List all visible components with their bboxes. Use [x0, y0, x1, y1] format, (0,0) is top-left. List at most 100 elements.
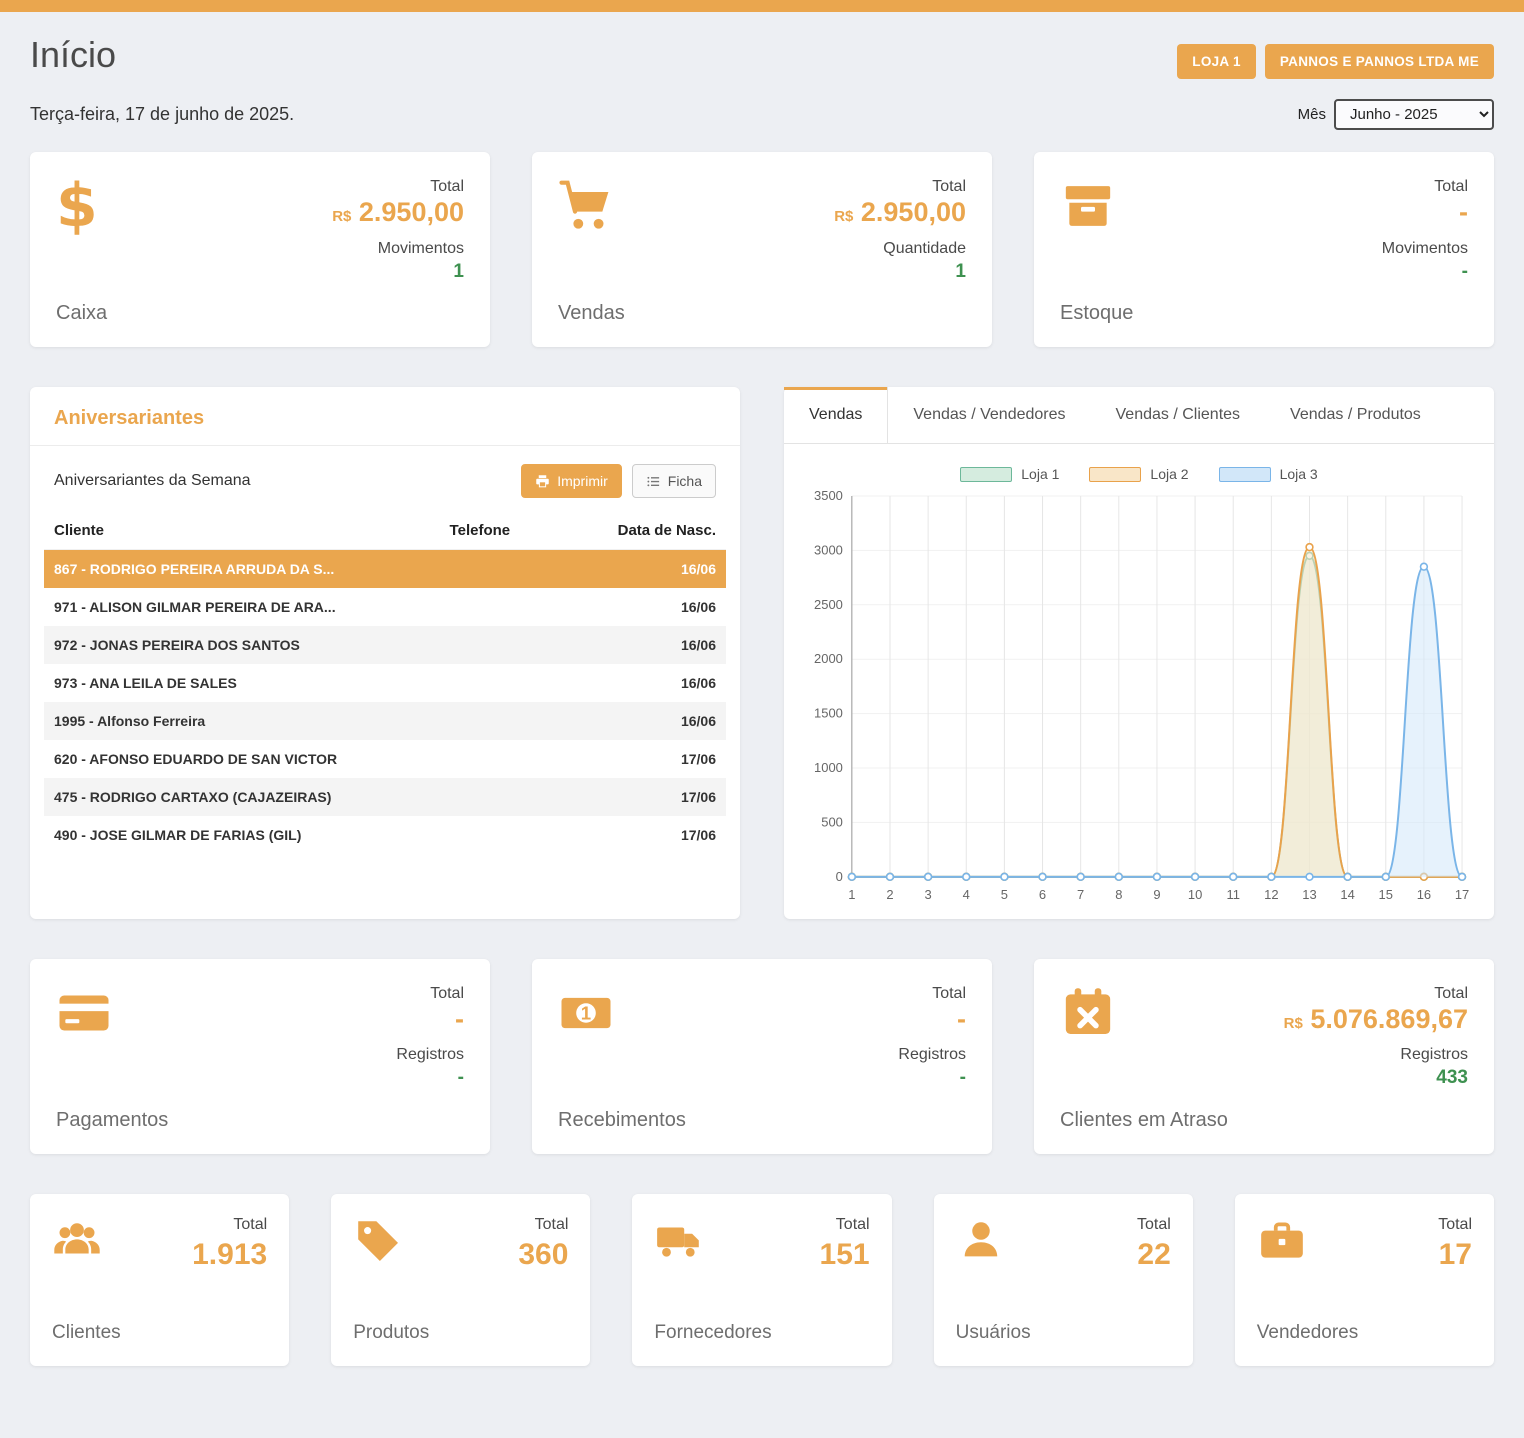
produtos-title: Produtos [353, 1322, 429, 1344]
recebimentos-total-label: Total [932, 985, 966, 1003]
estoque-mov-value: - [1462, 258, 1468, 287]
print-button[interactable]: Imprimir [521, 464, 622, 498]
fornecedores-card: Fornecedores Total 151 [632, 1194, 891, 1366]
recebimentos-card: 1 Recebimentos Total - Registros - [532, 959, 992, 1154]
page-title: Início [30, 34, 116, 76]
vendedores-total-value: 17 [1438, 1238, 1472, 1272]
birthdays-title: Aniversariantes [30, 387, 740, 446]
caixa-card: $ Caixa Total R$ 2.950,00 Movimentos 1 [30, 152, 490, 347]
printer-icon [535, 474, 550, 489]
vendas-qtd-value: 1 [955, 258, 966, 287]
pagamentos-reg-value: - [458, 1064, 464, 1093]
svg-text:7: 7 [1077, 887, 1084, 902]
user-icon [956, 1216, 1006, 1266]
vendedores-card: Vendedores Total 17 [1235, 1194, 1494, 1366]
svg-text:3000: 3000 [814, 542, 843, 557]
estoque-title: Estoque [1060, 302, 1133, 325]
clientes-card: Clientes Total 1.913 [30, 1194, 289, 1366]
fornecedores-total-label: Total [820, 1216, 870, 1234]
legend-loja-3[interactable]: Loja 3 [1219, 466, 1318, 482]
tab-vendas-vendedores[interactable]: Vendas / Vendedores [888, 387, 1090, 443]
caixa-total-value: R$ 2.950,00 [332, 196, 464, 230]
top-accent-bar [0, 0, 1524, 12]
table-row[interactable]: 971 - ALISON GILMAR PEREIRA DE ARA...16/… [44, 588, 726, 626]
clientes-atraso-reg-label: Registros [1400, 1046, 1468, 1064]
bottom-cards-row: Clientes Total 1.913 Produtos Total 360 [30, 1194, 1494, 1366]
svg-text:1: 1 [581, 1002, 591, 1023]
tag-icon [353, 1216, 403, 1266]
ficha-button[interactable]: Ficha [632, 464, 716, 498]
produtos-card: Produtos Total 360 [331, 1194, 590, 1366]
truck-icon [654, 1216, 704, 1266]
svg-text:12: 12 [1264, 887, 1278, 902]
col-data-nasc: Data de Nasc. [590, 512, 726, 550]
estoque-total-label: Total [1434, 178, 1468, 196]
legend-swatch [1089, 467, 1141, 482]
company-badge[interactable]: PANNOS E PANNOS LTDA ME [1265, 44, 1494, 79]
recebimentos-total-value: - [957, 1003, 966, 1037]
pagamentos-total-value: - [455, 1003, 464, 1037]
chart-tabs: Vendas Vendas / Vendedores Vendas / Clie… [784, 387, 1494, 444]
store-badge[interactable]: LOJA 1 [1177, 44, 1256, 79]
usuarios-total-value: 22 [1137, 1238, 1171, 1272]
table-row[interactable]: 475 - RODRIGO CARTAXO (CAJAZEIRAS)17/06 [44, 778, 726, 816]
birthdays-subtitle: Aniversariantes da Semana [54, 472, 251, 490]
legend-label: Loja 2 [1150, 466, 1188, 482]
calendar-x-icon [1060, 985, 1116, 1041]
legend-loja-2[interactable]: Loja 2 [1089, 466, 1188, 482]
dollar-icon: $ [56, 178, 112, 234]
vendas-card: Vendas Total R$ 2.950,00 Quantidade 1 [532, 152, 992, 347]
birthdays-panel: Aniversariantes Aniversariantes da Seman… [30, 387, 740, 919]
sales-chart-panel: Vendas Vendas / Vendedores Vendas / Clie… [784, 387, 1494, 919]
table-row[interactable]: 490 - JOSE GILMAR DE FARIAS (GIL)17/06 [44, 816, 726, 854]
month-select[interactable]: Junho - 2025 [1334, 99, 1494, 130]
caixa-mov-value: 1 [453, 258, 464, 287]
recebimentos-reg-value: - [960, 1064, 966, 1093]
table-row[interactable]: 620 - AFONSO EDUARDO DE SAN VICTOR17/06 [44, 740, 726, 778]
box-icon [1060, 178, 1116, 234]
banknote-icon: 1 [558, 985, 614, 1041]
tab-vendas-produtos[interactable]: Vendas / Produtos [1265, 387, 1446, 443]
svg-text:3: 3 [925, 887, 932, 902]
clientes-title: Clientes [52, 1322, 121, 1344]
legend-loja-1[interactable]: Loja 1 [960, 466, 1059, 482]
svg-text:5: 5 [1001, 887, 1008, 902]
clientes-total-value: 1.913 [192, 1238, 267, 1272]
tab-vendas-clientes[interactable]: Vendas / Clientes [1091, 387, 1266, 443]
recebimentos-reg-label: Registros [898, 1046, 966, 1064]
svg-text:11: 11 [1226, 887, 1239, 902]
table-row[interactable]: 973 - ANA LEILA DE SALES16/06 [44, 664, 726, 702]
svg-text:1000: 1000 [814, 760, 843, 775]
svg-text:1500: 1500 [814, 706, 843, 721]
pagamentos-total-label: Total [430, 985, 464, 1003]
list-icon [646, 474, 661, 489]
vendas-qtd-label: Quantidade [883, 240, 966, 258]
estoque-mov-label: Movimentos [1382, 240, 1468, 258]
svg-text:3500: 3500 [814, 488, 843, 503]
tab-vendas[interactable]: Vendas [784, 387, 888, 443]
top-cards-row: $ Caixa Total R$ 2.950,00 Movimentos 1 V… [30, 152, 1494, 347]
svg-text:4: 4 [963, 887, 970, 902]
pagamentos-card: Pagamentos Total - Registros - [30, 959, 490, 1154]
clientes-atraso-card: Clientes em Atraso Total R$ 5.076.869,67… [1034, 959, 1494, 1154]
clientes-atraso-total-value: R$ 5.076.869,67 [1284, 1003, 1468, 1037]
svg-text:16: 16 [1417, 887, 1431, 902]
svg-text:8: 8 [1115, 887, 1122, 902]
produtos-total-label: Total [518, 1216, 568, 1234]
people-icon [52, 1216, 102, 1266]
svg-text:6: 6 [1039, 887, 1046, 902]
table-row[interactable]: 1995 - Alfonso Ferreira16/06 [44, 702, 726, 740]
table-row[interactable]: 972 - JONAS PEREIRA DOS SANTOS16/06 [44, 626, 726, 664]
pagamentos-title: Pagamentos [56, 1109, 168, 1132]
caixa-title: Caixa [56, 302, 112, 325]
month-label: Mês [1298, 106, 1326, 123]
table-row[interactable]: 867 - RODRIGO PEREIRA ARRUDA DA S...16/0… [44, 550, 726, 589]
clientes-total-label: Total [192, 1216, 267, 1234]
pagamentos-reg-label: Registros [396, 1046, 464, 1064]
legend-label: Loja 1 [1021, 466, 1059, 482]
svg-text:17: 17 [1455, 887, 1469, 902]
col-telefone: Telefone [440, 512, 590, 550]
clientes-atraso-title: Clientes em Atraso [1060, 1109, 1228, 1132]
clientes-atraso-reg-value: 433 [1436, 1064, 1468, 1093]
svg-text:9: 9 [1153, 887, 1160, 902]
